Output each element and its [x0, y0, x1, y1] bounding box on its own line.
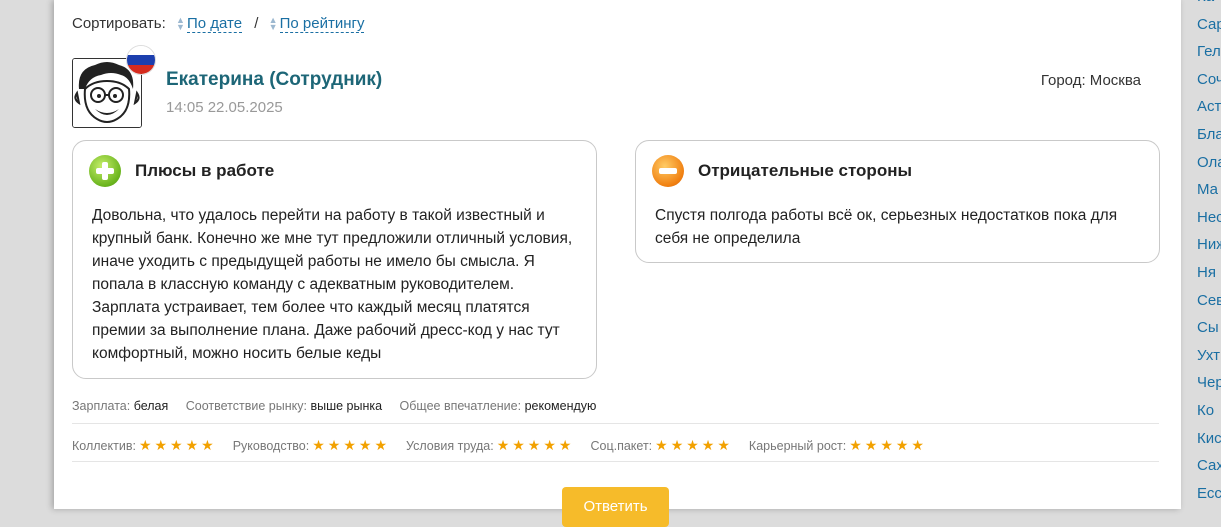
market-value: выше рынка: [310, 399, 383, 413]
sidebar-city-link[interactable]: Нес: [1197, 204, 1221, 232]
rating-conditions: Условия труда: ★★★★★: [406, 437, 574, 454]
salary-value: белая: [133, 399, 169, 413]
russia-flag-icon: [126, 45, 156, 75]
rating-benefits: Соц.пакет: ★★★★★: [590, 437, 732, 454]
star-rating: ★★★★★: [496, 437, 575, 453]
sidebar-city-link[interactable]: Гел: [1197, 38, 1221, 66]
divider: [72, 461, 1159, 462]
pros-text: Довольна, что удалось перейти на работу …: [92, 207, 573, 362]
rating-label: Соц.пакет:: [590, 438, 653, 453]
sidebar-city-link[interactable]: Чер: [1197, 369, 1221, 397]
rating-label: Руководство:: [232, 438, 310, 453]
cons-title: Отрицательные стороны: [698, 161, 912, 180]
star-rating: ★★★★★: [312, 437, 390, 453]
sidebar-city-link[interactable]: Есс: [1197, 480, 1221, 508]
review-panel: Сортировать: ▲ ▼ По дате / ▲ ▼ По рейтингу: [54, 0, 1181, 527]
pros-box: Плюсы в работе Довольна, что удалось пер…: [72, 140, 597, 379]
rating-label: Условия труда:: [406, 438, 494, 453]
author-name[interactable]: Екатерина (Сотрудник): [166, 69, 382, 91]
sidebar-city-link[interactable]: Ухт: [1197, 342, 1221, 370]
sidebar-city-link[interactable]: Ко: [1197, 397, 1221, 425]
author-avatar[interactable]: [72, 45, 156, 128]
plus-icon: [89, 155, 121, 187]
cons-text: Спустя полгода работы всё ок, серьезных …: [655, 207, 1118, 247]
sidebar-city-link[interactable]: Сах: [1197, 452, 1221, 480]
sidebar-city-link[interactable]: Ка: [1197, 0, 1221, 11]
sidebar-city-link[interactable]: Сар: [1197, 11, 1221, 39]
sort-by-rating-link[interactable]: По рейтингу: [279, 15, 365, 33]
sort-separator: /: [254, 15, 259, 32]
ratings-row: Коллектив: ★★★★★ Руководство: ★★★★★ Усло…: [72, 437, 943, 454]
sidebar-city-link[interactable]: Ниж: [1197, 231, 1221, 259]
sort-by-date-link[interactable]: По дате: [186, 15, 243, 33]
star-rating: ★★★★★: [655, 437, 733, 453]
rating-management: Руководство: ★★★★★: [233, 437, 390, 454]
sidebar-city-link[interactable]: Сев: [1197, 287, 1221, 315]
rating-team: Коллектив: ★★★★★: [72, 437, 217, 454]
cons-box: Отрицательные стороны Спустя полгода раб…: [635, 140, 1160, 263]
divider: [72, 423, 1159, 424]
sidebar-city-link[interactable]: Кис: [1197, 425, 1221, 453]
minus-icon: [652, 155, 684, 187]
review-city: Город: Москва: [1040, 72, 1141, 89]
rating-label: Карьерный рост:: [748, 438, 847, 453]
market-label: Соответствие рынку:: [185, 399, 307, 413]
sort-label: Сортировать:: [72, 15, 166, 32]
sidebar-city-link[interactable]: Соч: [1197, 66, 1221, 94]
sidebar-city-link[interactable]: Бла: [1197, 121, 1221, 149]
salary-label: Зарплата:: [72, 399, 131, 413]
rating-label: Коллектив:: [72, 438, 136, 453]
sort-arrows-icon: ▲ ▼: [175, 15, 185, 33]
star-rating: ★★★★★: [138, 437, 217, 453]
sidebar-city-link[interactable]: Ня: [1197, 259, 1221, 287]
sidebar-city-link[interactable]: Ола: [1197, 149, 1221, 177]
cons-header: Отрицательные стороны: [652, 155, 912, 187]
review-date: 14:05 22.05.2025: [166, 99, 283, 116]
impression-label: Общее впечатление:: [399, 399, 522, 413]
impression-value: рекомендую: [524, 399, 597, 413]
sort-bar: Сортировать: ▲ ▼ По дате / ▲ ▼ По рейтингу: [72, 15, 365, 33]
review-meta: Зарплата: белая Соответствие рынку: выше…: [72, 399, 610, 413]
sidebar-city-link[interactable]: Сы: [1197, 314, 1221, 342]
sort-arrows-icon: ▲ ▼: [268, 15, 278, 33]
sidebar-city-link[interactable]: Ма: [1197, 176, 1221, 204]
star-rating: ★★★★★: [849, 437, 927, 453]
rating-career: Карьерный рост: ★★★★★: [749, 437, 927, 454]
pros-header: Плюсы в работе: [89, 155, 274, 187]
cities-sidebar: КаСарГелСочАстБлаОлаМаНесНижНяСевСыУхтЧе…: [1197, 0, 1221, 507]
pros-title: Плюсы в работе: [135, 161, 275, 180]
reply-button[interactable]: Ответить: [562, 487, 669, 527]
sidebar-city-link[interactable]: Аст: [1197, 93, 1221, 121]
